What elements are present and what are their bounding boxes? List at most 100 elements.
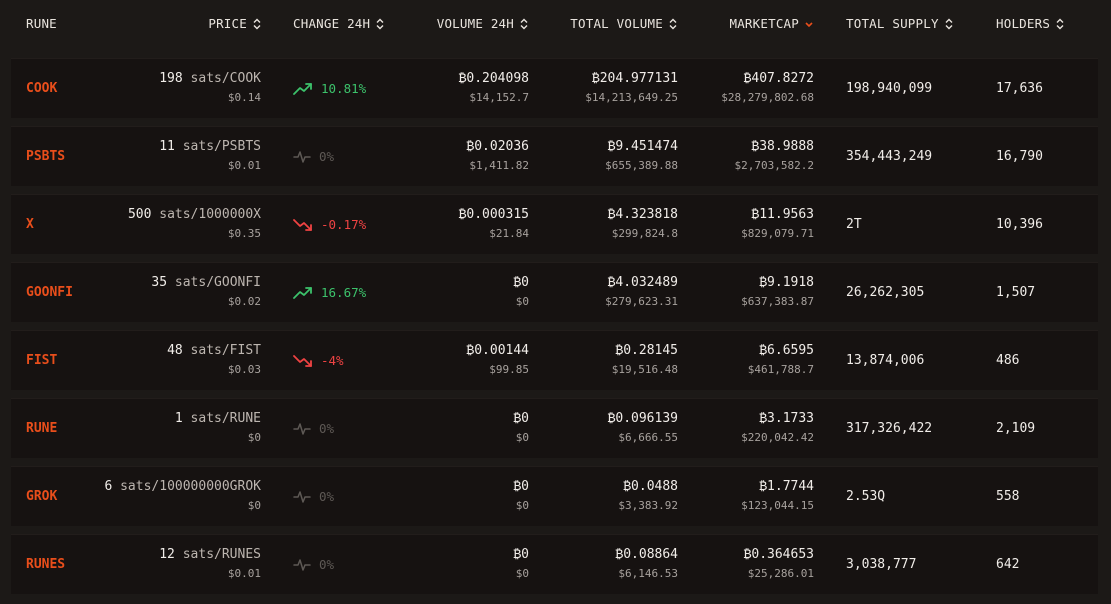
price-cell: 6 sats/100000000GROK $0	[104, 479, 261, 513]
volume-24h-btc: ₿0	[513, 479, 529, 494]
total-volume-usd: $19,516.48	[611, 363, 678, 376]
table-row[interactable]: FIST 48 sats/FIST $0.03 -4% ₿0.00144 $99…	[11, 330, 1098, 390]
volume-24h-usd: $1,411.82	[469, 159, 529, 172]
price-usd: $0.01	[227, 159, 261, 172]
table-row[interactable]: GOONFI 35 sats/GOONFI $0.02 16.67% ₿0 $0…	[11, 262, 1098, 322]
total-volume-cell: ₿0.0488 $3,383.92	[618, 479, 678, 513]
total-supply-value: 26,262,305	[846, 285, 925, 300]
total-volume-usd: $655,389.88	[605, 159, 678, 172]
price-sats-value: 48	[167, 343, 183, 358]
change-cell: 0%	[293, 421, 334, 436]
change-cell: 16.67%	[293, 285, 366, 300]
activity-icon	[293, 150, 311, 164]
price-usd: $0	[247, 431, 261, 444]
column-header-label: TOTAL SUPPLY	[846, 16, 939, 31]
trending-down-icon	[293, 218, 313, 232]
rune-name-link[interactable]: RUNES	[26, 557, 65, 572]
volume-24h-btc: ₿0	[513, 275, 529, 290]
total-volume-usd: $6,666.55	[618, 431, 678, 444]
holders-value: 17,636	[996, 81, 1043, 96]
volume-24h-usd: $0	[515, 567, 529, 580]
volume-24h-cell: ₿0 $0	[513, 411, 529, 445]
rune-name-link[interactable]: RUNE	[26, 421, 57, 436]
price-usd: $0.01	[227, 567, 261, 580]
volume-24h-btc: ₿0.02036	[466, 139, 529, 154]
change-cell: 0%	[293, 489, 334, 504]
sort-icon	[376, 18, 384, 30]
price-cell: 11 sats/PSBTS $0.01	[159, 139, 261, 173]
column-header-change-24h[interactable]: CHANGE 24H	[293, 16, 384, 31]
marketcap-cell: ₿407.8272 $28,279,802.68	[721, 71, 814, 105]
rune-name-link[interactable]: X	[26, 217, 34, 232]
column-header-holders[interactable]: HOLDERS	[996, 16, 1064, 31]
volume-24h-usd: $21.84	[489, 227, 529, 240]
price-sats-value: 12	[159, 547, 175, 562]
table-row[interactable]: X 500 sats/1000000X $0.35 -0.17% ₿0.0003…	[11, 194, 1098, 254]
volume-24h-cell: ₿0.000315 $21.84	[459, 207, 529, 241]
total-volume-usd: $279,623.31	[605, 295, 678, 308]
change-cell: -0.17%	[293, 217, 366, 232]
change-cell: 0%	[293, 557, 334, 572]
total-volume-cell: ₿4.032489 $279,623.31	[605, 275, 678, 309]
volume-24h-cell: ₿0 $0	[513, 479, 529, 513]
column-header-price[interactable]: PRICE	[208, 16, 261, 31]
change-value: 0%	[319, 421, 335, 436]
rune-name-link[interactable]: COOK	[26, 81, 57, 96]
volume-24h-btc: ₿0	[513, 411, 529, 426]
rune-name-link[interactable]: PSBTS	[26, 149, 65, 164]
column-header-total-supply[interactable]: TOTAL SUPPLY	[846, 16, 953, 31]
marketcap-cell: ₿0.364653 $25,286.01	[744, 547, 814, 581]
column-header-marketcap[interactable]: MARKETCAP	[729, 16, 813, 31]
rune-name-link[interactable]: GROK	[26, 489, 57, 504]
total-volume-btc: ₿0.28145	[615, 343, 678, 358]
price-cell: 35 sats/GOONFI $0.02	[151, 275, 261, 309]
volume-24h-cell: ₿0.02036 $1,411.82	[466, 139, 529, 173]
price-usd: $0.02	[227, 295, 261, 308]
table-row[interactable]: PSBTS 11 sats/PSBTS $0.01 0% ₿0.02036 $1…	[11, 126, 1098, 186]
volume-24h-usd: $14,152.7	[469, 91, 529, 104]
marketcap-usd: $28,279,802.68	[721, 91, 814, 104]
table-row[interactable]: GROK 6 sats/100000000GROK $0 0% ₿0 $0 ₿0…	[11, 466, 1098, 526]
change-value: -0.17%	[321, 217, 367, 232]
table-row[interactable]: RUNES 12 sats/RUNES $0.01 0% ₿0 $0 ₿0.08…	[11, 534, 1098, 594]
rune-name-link[interactable]: FIST	[26, 353, 57, 368]
total-volume-usd: $14,213,649.25	[585, 91, 678, 104]
price-sats-value: 500	[127, 207, 152, 222]
price-sats-value: 6	[104, 479, 113, 494]
volume-24h-cell: ₿0 $0	[513, 547, 529, 581]
volume-24h-btc: ₿0.00144	[466, 343, 529, 358]
total-volume-btc: ₿0.0488	[623, 479, 678, 494]
trending-down-icon	[293, 354, 313, 368]
column-header-volume-24h[interactable]: VOLUME 24H	[437, 16, 528, 31]
price-sats: 48 sats/FIST	[167, 343, 261, 359]
total-volume-cell: ₿9.451474 $655,389.88	[605, 139, 678, 173]
total-volume-usd: $299,824.8	[611, 227, 678, 240]
column-header-total-volume[interactable]: TOTAL VOLUME	[570, 16, 677, 31]
sort-icon	[520, 18, 528, 30]
holders-value: 10,396	[996, 217, 1043, 232]
price-unit: sats/FIST	[190, 343, 261, 358]
total-supply-value: 317,326,422	[846, 421, 933, 436]
volume-24h-usd: $99.85	[489, 363, 529, 376]
change-value: -4%	[321, 353, 344, 368]
table-header: RUNE PRICE CHANGE 24H VOLUME 24H TOTAL V…	[0, 0, 1111, 50]
price-usd: $0	[247, 499, 261, 512]
marketcap-cell: ₿6.6595 $461,788.7	[748, 343, 814, 377]
total-volume-btc: ₿204.977131	[591, 71, 678, 86]
price-sats-value: 35	[151, 275, 168, 290]
table-row[interactable]: COOK 198 sats/COOK $0.14 10.81% ₿0.20409…	[11, 58, 1098, 118]
activity-icon	[293, 490, 311, 504]
price-cell: 1 sats/RUNE $0	[175, 411, 261, 445]
activity-icon	[293, 558, 311, 572]
price-sats: 11 sats/PSBTS	[159, 139, 261, 155]
table-row[interactable]: RUNE 1 sats/RUNE $0 0% ₿0 $0 ₿0.096139 $…	[11, 398, 1098, 458]
column-header-label: RUNE	[26, 16, 57, 31]
price-sats: 198 sats/COOK	[159, 71, 261, 87]
price-usd: $0.14	[227, 91, 261, 104]
rune-name-link[interactable]: GOONFI	[26, 285, 73, 300]
change-cell: 0%	[293, 149, 334, 164]
marketcap-cell: ₿38.9888 $2,703,582.2	[735, 139, 814, 173]
total-volume-btc: ₿9.451474	[607, 139, 678, 154]
sort-desc-icon	[805, 18, 813, 30]
change-value: 10.81%	[321, 81, 367, 96]
